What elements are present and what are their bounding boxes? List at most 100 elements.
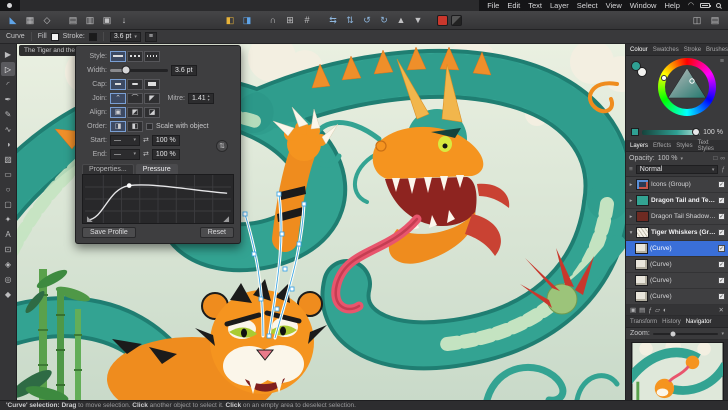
tab-effects[interactable]: Effects	[653, 143, 671, 149]
vector-crop-tool-button[interactable]: ⊡	[1, 242, 15, 256]
zoom-dropdown-icon[interactable]: ▾	[721, 331, 724, 337]
layer-thumbnail[interactable]	[636, 227, 649, 238]
layer-fx-icon[interactable]: ƒ	[648, 307, 652, 314]
join-mitre-button[interactable]: ⌃	[110, 93, 126, 104]
layer-row-selected[interactable]: (Curve) ✓	[626, 241, 728, 257]
mitre-value[interactable]: 1.41 ▴▾	[188, 93, 214, 104]
studio-panels-icon[interactable]: ▤	[708, 14, 722, 27]
stroke-style-button[interactable]: ≡	[145, 32, 157, 42]
layer-thumbnail[interactable]	[635, 243, 648, 254]
fill-colour-circle[interactable]	[631, 61, 641, 71]
align-inside-button[interactable]: ◩	[127, 107, 143, 118]
layer-mask-icon[interactable]: ▱	[655, 306, 660, 314]
stroke-width-dropdown-icon[interactable]: ▾	[134, 34, 137, 40]
end-scale-value[interactable]: 100 %	[152, 149, 180, 160]
hue-ring-marker[interactable]	[662, 76, 666, 80]
stroke-width-slider[interactable]	[110, 69, 168, 72]
layer-row[interactable]: ▸ Dragon Tail and Teeth Sh.. ✓	[626, 193, 728, 209]
node-tool-button[interactable]: ▷	[1, 62, 15, 76]
rectangle-tool-button[interactable]: ▭	[1, 167, 15, 181]
tab-navigator[interactable]: Navigator	[686, 319, 712, 325]
layer-row[interactable]: ▸ Icons (Group) ✓	[626, 177, 728, 193]
tab-stroke[interactable]: Stroke	[684, 47, 701, 53]
tab-swatches[interactable]: Swatches	[653, 47, 679, 53]
text-tool-button[interactable]: A	[1, 227, 15, 241]
ellipse-tool-button[interactable]: ○	[1, 182, 15, 196]
end-swap-icon[interactable]: ⇄	[143, 150, 149, 158]
save-document-icon[interactable]: ▣	[100, 14, 114, 27]
swap-arrowheads-button[interactable]: ⇅	[216, 140, 228, 152]
navigator-thumbnail[interactable]	[631, 342, 724, 404]
persona-designer-icon[interactable]: ◣	[6, 14, 20, 27]
transparency-tool-button[interactable]: ▨	[1, 152, 15, 166]
arrange-back-icon[interactable]: ▼	[411, 14, 425, 27]
blend-fx-icon[interactable]: ƒ	[721, 166, 725, 173]
tab-pressure[interactable]: Pressure	[136, 164, 178, 174]
expand-caret-icon[interactable]: ▸	[628, 198, 634, 204]
colour-wheel[interactable]	[658, 58, 716, 116]
rotate-cw-icon[interactable]: ↻	[377, 14, 391, 27]
layer-row[interactable]: (Curve) ✓	[626, 273, 728, 289]
zoom-slider[interactable]	[653, 333, 719, 335]
blend-options-icon[interactable]: ≡	[629, 166, 633, 173]
stroke-width-value[interactable]: 3.6 pt	[171, 65, 197, 76]
menu-item-text[interactable]: Text	[528, 1, 542, 10]
tab-text-styles[interactable]: Text Styles	[698, 140, 724, 152]
apple-menu-icon[interactable]	[7, 3, 12, 8]
pen-tool-button[interactable]: ✒	[1, 92, 15, 106]
opacity-dropdown-icon[interactable]: ▾	[681, 156, 684, 162]
add-group-icon[interactable]: ▤	[639, 306, 645, 314]
export-icon[interactable]: ↓	[117, 14, 131, 27]
pressure-curve-editor[interactable]	[82, 174, 234, 224]
toolbar-fill-swatch[interactable]	[437, 15, 448, 26]
rotate-ccw-icon[interactable]: ↺	[360, 14, 374, 27]
layer-thumbnail[interactable]	[635, 275, 648, 286]
mitre-down-icon[interactable]: ▾	[208, 98, 210, 102]
expand-caret-icon[interactable]: ▸	[628, 214, 634, 220]
battery-icon[interactable]	[700, 3, 710, 8]
lock-layer-icon[interactable]: □	[713, 155, 717, 162]
layer-visibility-checkbox[interactable]: ✓	[718, 245, 725, 252]
flip-vertical-icon[interactable]: ⇅	[343, 14, 357, 27]
layer-row[interactable]: ▸ Dragon Tail Shadows (Gr.. ✓	[626, 209, 728, 225]
tab-history[interactable]: History	[662, 319, 681, 325]
menu-item-window[interactable]: Window	[630, 1, 657, 10]
context-fill-swatch[interactable]	[51, 33, 59, 41]
save-profile-button[interactable]: Save Profile	[82, 227, 136, 238]
pressure-node[interactable]	[127, 183, 132, 188]
menu-item-file[interactable]: File	[487, 1, 499, 10]
vector-brush-tool-button[interactable]: ∿	[1, 122, 15, 136]
pencil-tool-button[interactable]: ✎	[1, 107, 15, 121]
layer-thumbnail[interactable]	[635, 259, 648, 270]
insert-behind-icon[interactable]: ◨	[240, 14, 254, 27]
shape-tool-button[interactable]: ✦	[1, 212, 15, 226]
cap-round-button[interactable]	[127, 79, 143, 90]
scale-with-object-checkbox[interactable]	[146, 123, 153, 130]
persona-pixel-icon[interactable]: ▦	[23, 14, 37, 27]
pressure-end-handle[interactable]	[223, 216, 229, 222]
flip-horizontal-icon[interactable]: ⇆	[326, 14, 340, 27]
wifi-icon[interactable]: ◠	[688, 2, 694, 9]
tab-transform[interactable]: Transform	[630, 319, 657, 325]
snapping-magnet-icon[interactable]: ∩	[266, 14, 280, 27]
colour-picker-tool-button[interactable]: ◆	[1, 287, 15, 301]
layer-thumbnail[interactable]	[636, 211, 649, 222]
align-centre-button[interactable]: ▣	[110, 107, 126, 118]
rounded-rectangle-tool-button[interactable]: ▢	[1, 197, 15, 211]
expand-caret-icon[interactable]: ▾	[628, 230, 634, 236]
move-tool-button[interactable]: ▶	[1, 47, 15, 61]
stroke-behind-button[interactable]: ◧	[127, 121, 143, 132]
layer-row[interactable]: ▾ Tiger Whiskers (Group) ✓	[626, 225, 728, 241]
add-layer-icon[interactable]: ▣	[630, 306, 636, 314]
layer-row[interactable]: (Curve) ✓	[626, 289, 728, 305]
tab-brushes[interactable]: Brushes	[706, 47, 728, 53]
menu-item-layer[interactable]: Layer	[550, 1, 569, 10]
layer-opacity-value[interactable]: 100 %	[658, 155, 678, 162]
adjustment-icon[interactable]: ◐	[663, 307, 667, 314]
stroke-style-none-button[interactable]	[144, 51, 160, 62]
view-pan-tool-button[interactable]: ◈	[1, 257, 15, 271]
join-bevel-button[interactable]: ◤	[144, 93, 160, 104]
end-arrowhead-dropdown[interactable]: —▾	[110, 149, 140, 160]
expand-caret-icon[interactable]: ▸	[628, 182, 634, 188]
tab-layers[interactable]: Layers	[630, 143, 648, 149]
